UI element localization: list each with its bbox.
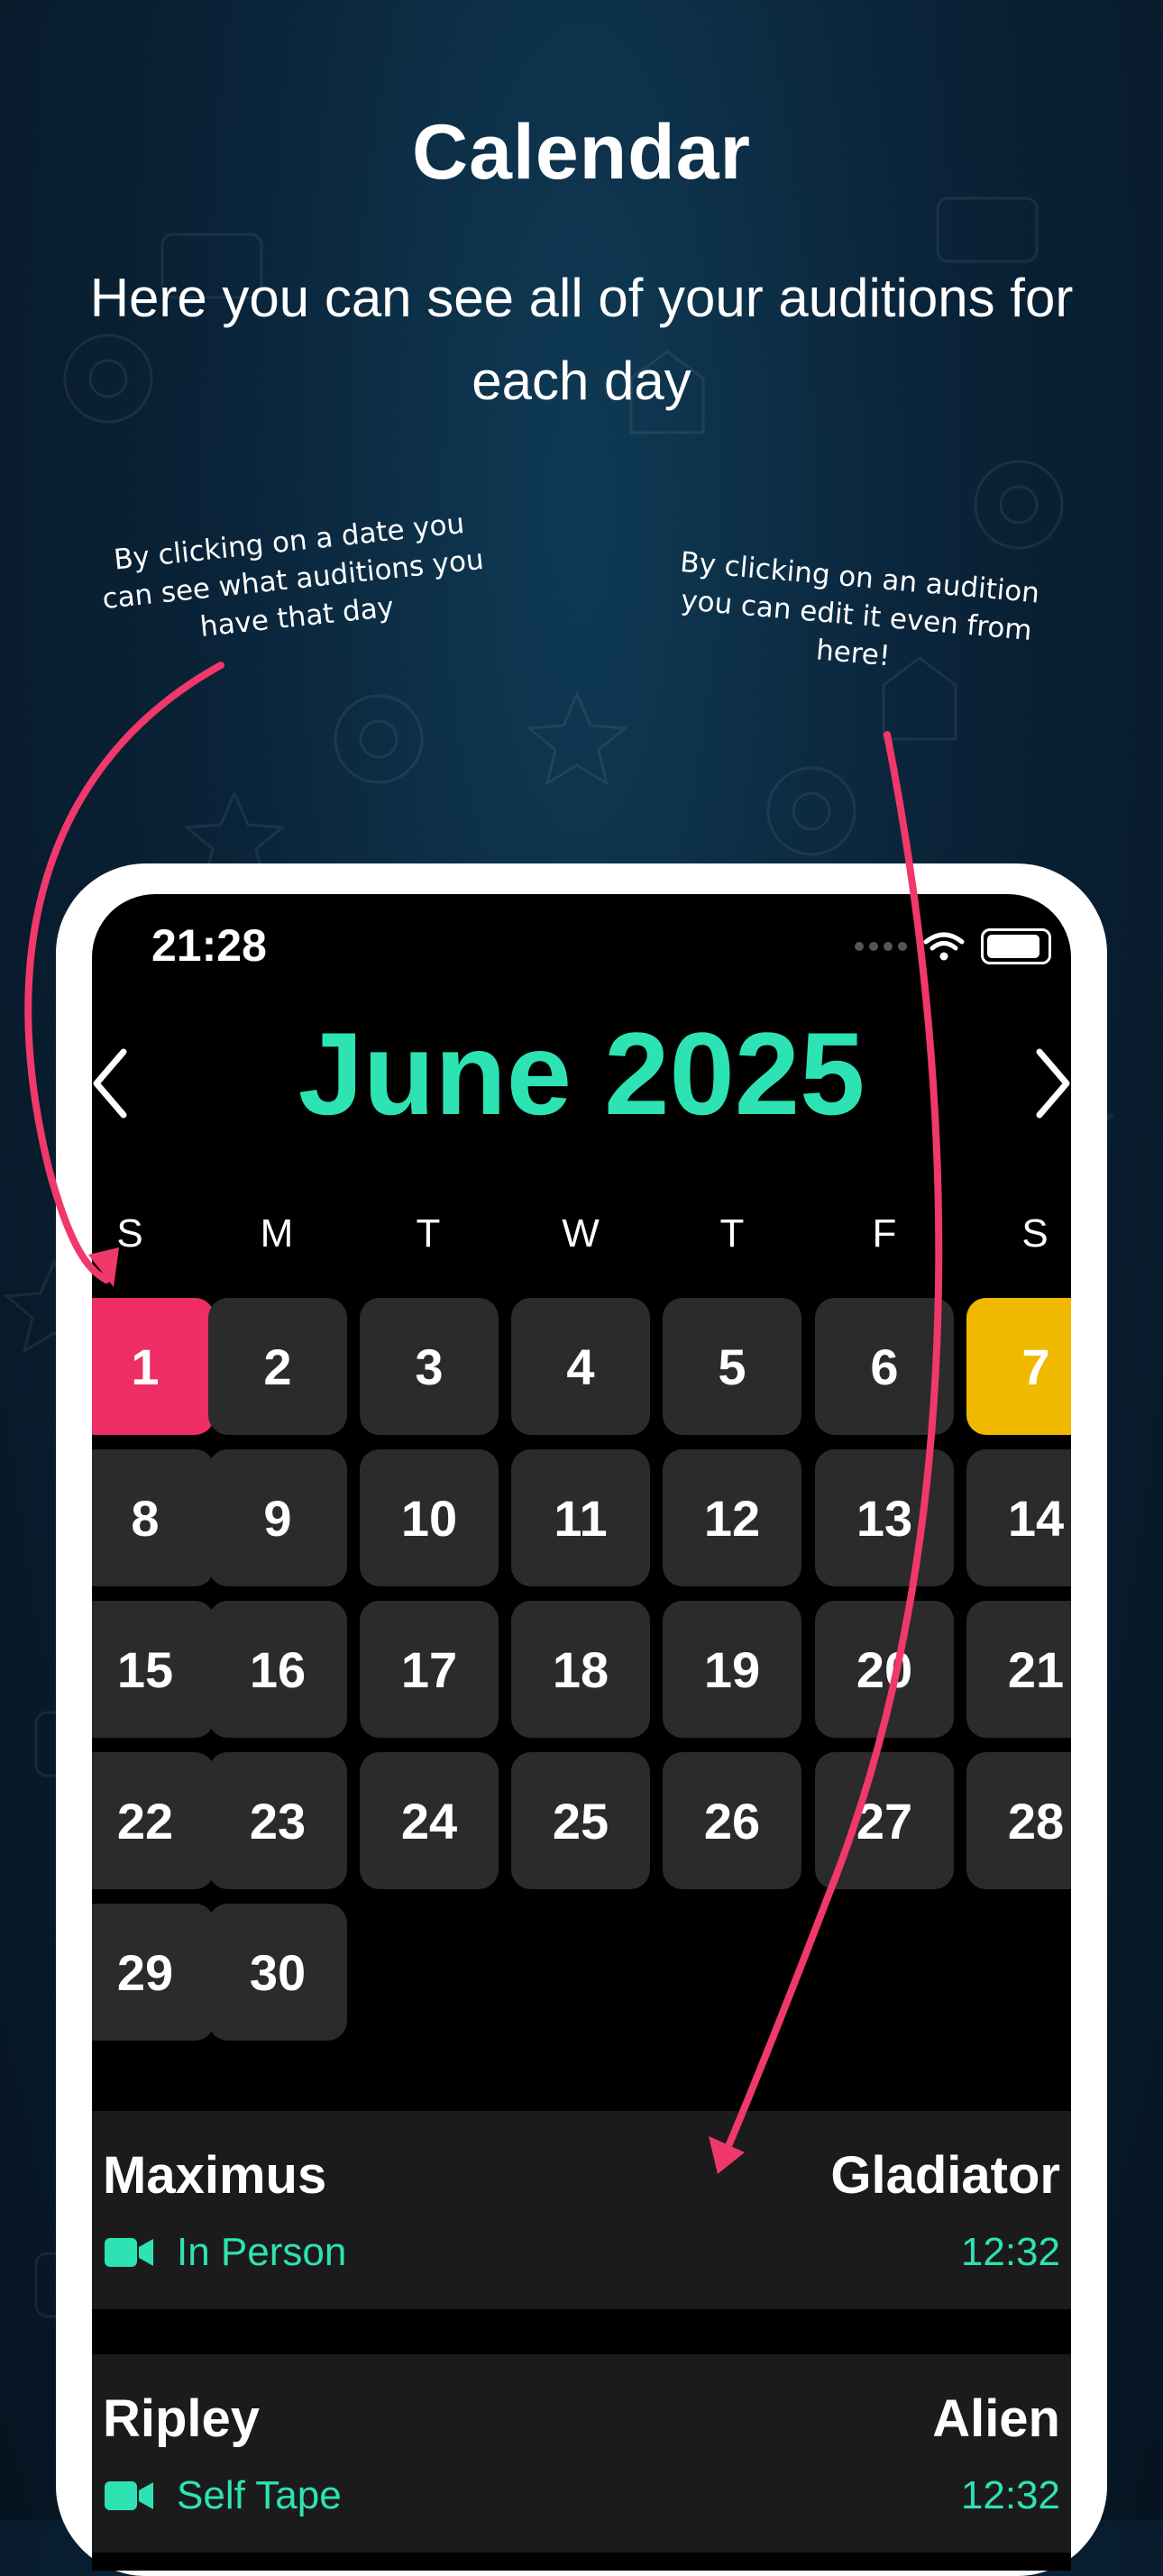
- annotation-date-hint: By clicking on a date you can see what a…: [100, 507, 486, 644]
- calendar-day[interactable]: 5: [663, 1298, 801, 1435]
- calendar-day[interactable]: 16: [208, 1601, 347, 1738]
- weekday-label: T: [416, 1211, 441, 1256]
- calendar-day[interactable]: 3: [360, 1298, 499, 1435]
- cellular-icon: [855, 942, 907, 951]
- weekday-label: T: [719, 1211, 745, 1256]
- calendar-day[interactable]: 22: [92, 1752, 215, 1889]
- weekday-label: F: [872, 1211, 897, 1256]
- weekday-label: S: [1021, 1211, 1049, 1256]
- calendar-day[interactable]: 23: [208, 1752, 347, 1889]
- status-icons: [855, 928, 1051, 964]
- calendar-day[interactable]: 7: [966, 1298, 1071, 1435]
- calendar-day[interactable]: 6: [815, 1298, 954, 1435]
- calendar-day[interactable]: 8: [92, 1449, 215, 1586]
- calendar-day[interactable]: 15: [92, 1601, 215, 1738]
- audition-type: Self Tape: [105, 2473, 342, 2518]
- calendar-day[interactable]: 9: [208, 1449, 347, 1586]
- phone-screen: 21:28 June 2025 SMTWTFS 1 2 3 4 5 6 7 8 9 10 11 12 1…: [92, 894, 1071, 2571]
- video-camera-icon: [105, 2238, 153, 2267]
- weekday-label: S: [116, 1211, 143, 1256]
- video-camera-icon: [105, 2481, 153, 2510]
- audition-film: Alien: [932, 2389, 1060, 2448]
- calendar-day[interactable]: 25: [511, 1752, 650, 1889]
- audition-card[interactable]: Ripley Alien Self Tape 12:32: [92, 2354, 1071, 2553]
- calendar-day[interactable]: 30: [208, 1904, 347, 2041]
- page-title: Calendar: [411, 109, 752, 196]
- calendar-day[interactable]: 17: [360, 1601, 499, 1738]
- audition-type: In Person: [105, 2230, 346, 2275]
- calendar-day[interactable]: 27: [815, 1752, 954, 1889]
- weekday-label: M: [260, 1211, 294, 1256]
- audition-role: Maximus: [103, 2146, 327, 2205]
- chevron-right-icon[interactable]: [1026, 1038, 1071, 1128]
- calendar-day[interactable]: 11: [511, 1449, 650, 1586]
- audition-card[interactable]: Maximus Gladiator In Person 12:32: [92, 2111, 1071, 2309]
- audition-type-label: In Person: [177, 2230, 347, 2274]
- weekday-label: W: [562, 1211, 600, 1256]
- annotation-audition-hint: By clicking on an audition you can edit …: [678, 545, 1041, 673]
- calendar-day[interactable]: 28: [966, 1752, 1071, 1889]
- page-subtitle: Here you can see all of your auditions f…: [89, 268, 1074, 411]
- audition-type-label: Self Tape: [177, 2473, 342, 2517]
- calendar-day[interactable]: 1: [92, 1298, 215, 1435]
- calendar-day[interactable]: 4: [511, 1298, 650, 1435]
- calendar-day[interactable]: 10: [360, 1449, 499, 1586]
- audition-time: 12:32: [960, 2230, 1060, 2274]
- calendar-day[interactable]: 19: [663, 1601, 801, 1738]
- calendar-day[interactable]: 24: [360, 1752, 499, 1889]
- wifi-icon: [923, 932, 965, 961]
- audition-role: Ripley: [103, 2389, 261, 2448]
- calendar-day[interactable]: 12: [663, 1449, 801, 1586]
- calendar-day[interactable]: 14: [966, 1449, 1071, 1586]
- month-title: June 2025: [298, 1008, 865, 1139]
- calendar-day[interactable]: 13: [815, 1449, 954, 1586]
- calendar-day[interactable]: 2: [208, 1298, 347, 1435]
- calendar-day[interactable]: 26: [663, 1752, 801, 1889]
- calendar-day[interactable]: 18: [511, 1601, 650, 1738]
- battery-icon: [981, 928, 1051, 964]
- status-time: 21:28: [151, 920, 267, 971]
- calendar-day[interactable]: 21: [966, 1601, 1071, 1738]
- calendar-day[interactable]: 20: [815, 1601, 954, 1738]
- audition-time: 12:32: [960, 2473, 1060, 2517]
- calendar-day[interactable]: 29: [92, 1904, 215, 2041]
- audition-film: Gladiator: [830, 2146, 1060, 2205]
